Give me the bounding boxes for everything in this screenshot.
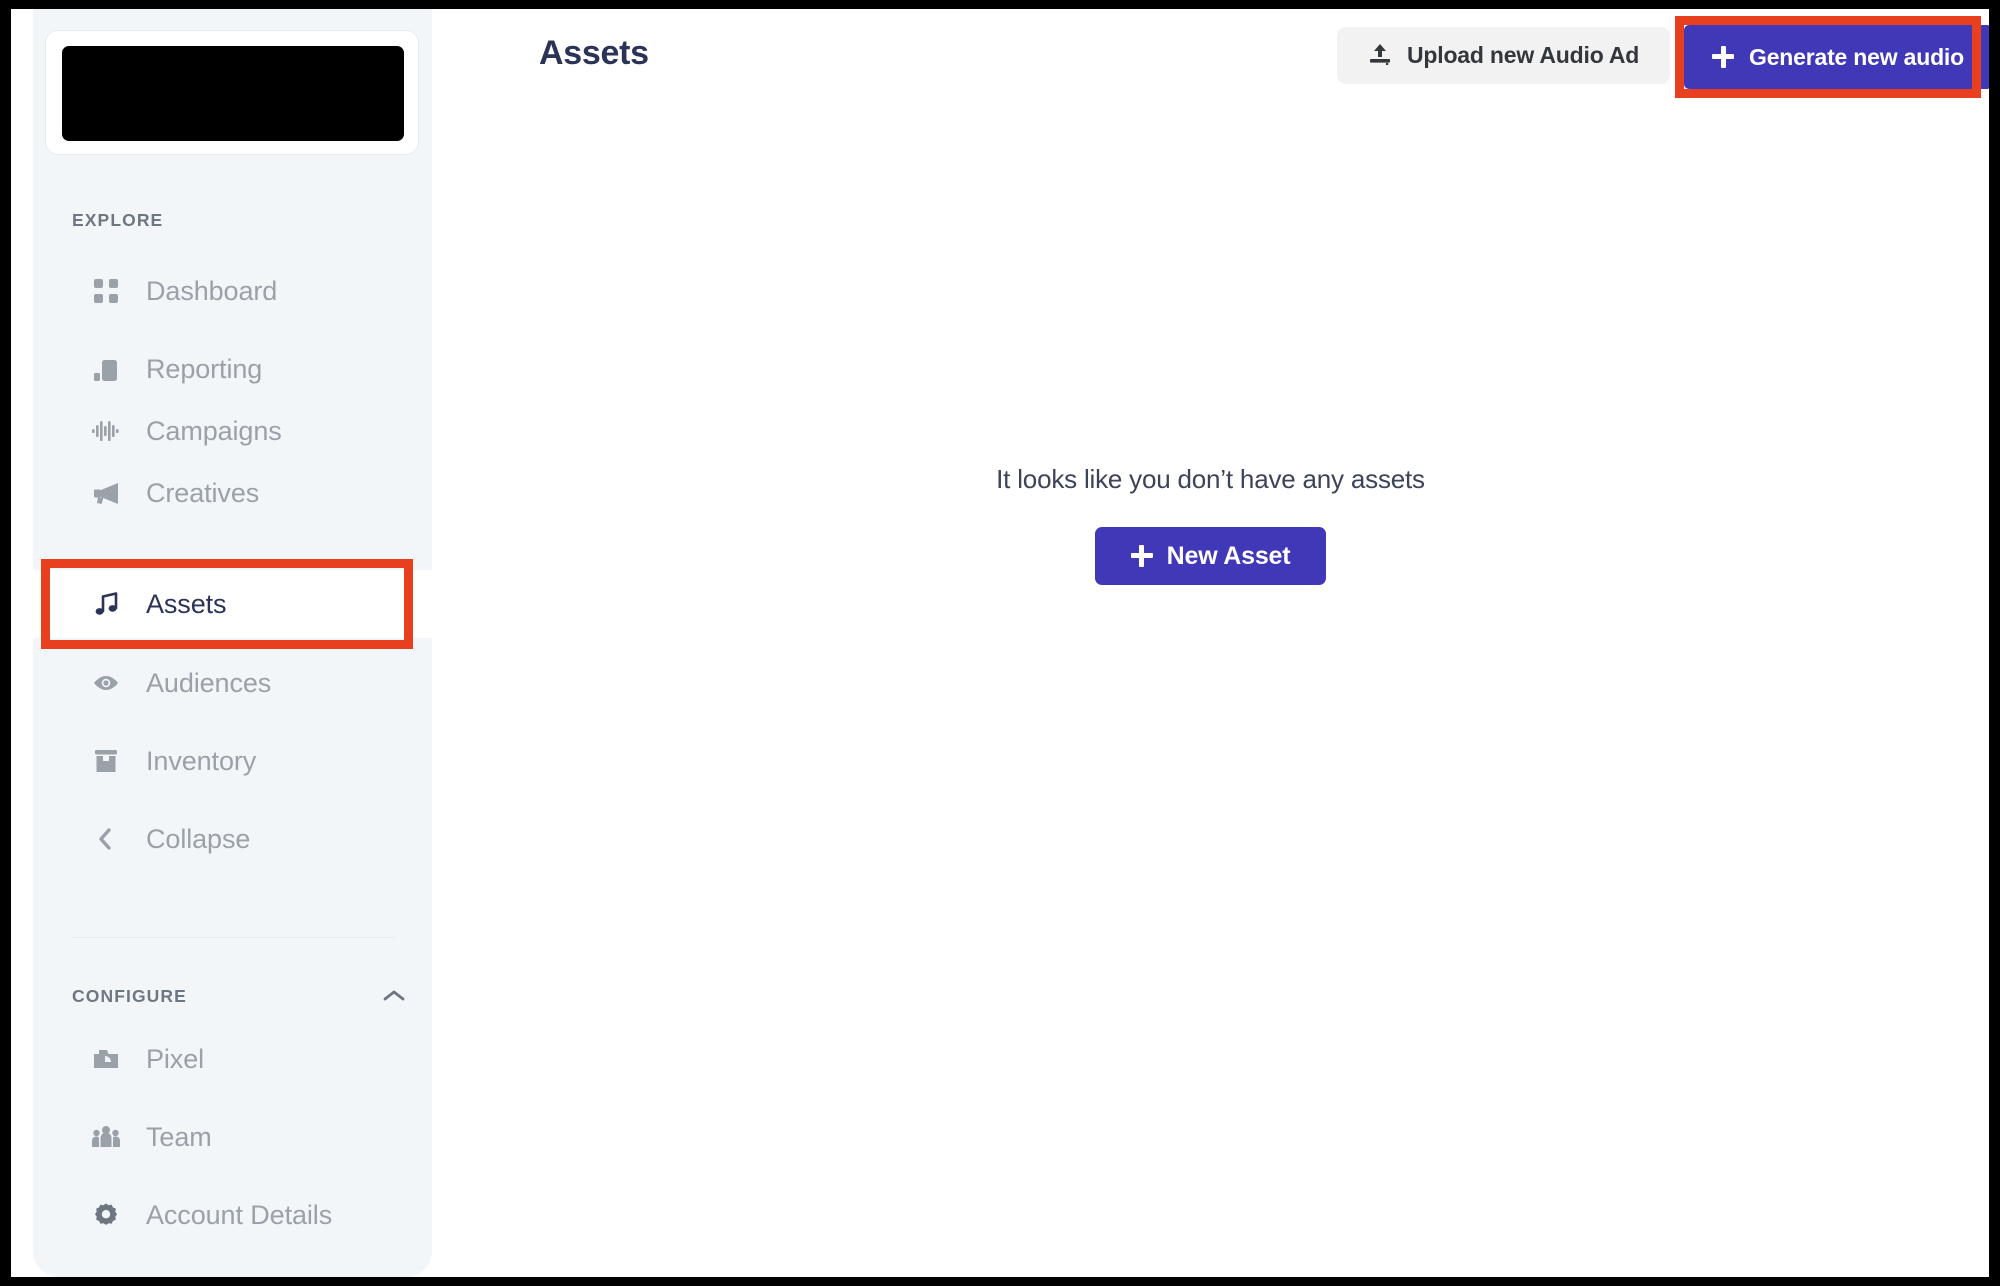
sidebar-item-inventory[interactable]: Inventory: [33, 733, 432, 789]
grid-dots-icon: [91, 276, 121, 306]
plus-icon: [1712, 46, 1734, 68]
camera-icon: [91, 1044, 121, 1074]
box-icon: [91, 746, 121, 776]
generate-new-audio-button[interactable]: Generate new audio: [1684, 25, 1989, 89]
new-asset-button-label: New Asset: [1166, 541, 1291, 570]
sidebar: EXPLORE Dashboard Reporting Campaigns Cr…: [33, 9, 432, 1277]
sidebar-item-label: Reporting: [146, 353, 263, 384]
sidebar-item-pixel[interactable]: Pixel: [33, 1031, 432, 1087]
sidebar-item-label: Team: [146, 1121, 212, 1152]
waveform-icon: [91, 416, 121, 446]
chevron-left-icon: [91, 824, 121, 854]
new-asset-button[interactable]: New Asset: [1094, 527, 1327, 585]
eye-icon: [91, 668, 121, 698]
empty-state-message: It looks like you don’t have any assets: [996, 464, 1425, 494]
chevron-up-icon[interactable]: [382, 988, 406, 1004]
sidebar-item-label: Creatives: [146, 477, 260, 508]
sidebar-divider: [72, 937, 394, 938]
sidebar-section-label: EXPLORE: [72, 209, 164, 230]
sidebar-section-explore-header: EXPLORE: [33, 205, 432, 235]
gear-icon: [91, 1200, 121, 1230]
sidebar-item-creatives[interactable]: Creatives: [33, 465, 432, 521]
sidebar-item-label: Account Details: [146, 1199, 333, 1230]
sidebar-item-label: Assets: [146, 588, 227, 619]
sidebar-item-assets[interactable]: Assets: [33, 570, 432, 638]
upload-icon: [1368, 42, 1392, 69]
plus-icon: [1130, 545, 1153, 567]
sidebar-item-reporting[interactable]: Reporting: [33, 341, 432, 397]
sidebar-item-campaigns[interactable]: Campaigns: [33, 403, 432, 459]
page-title: Assets: [539, 34, 649, 72]
empty-state: It looks like you don’t have any assets …: [432, 464, 1989, 585]
logo-card[interactable]: [45, 30, 419, 155]
sidebar-item-team[interactable]: Team: [33, 1109, 432, 1165]
main-content: Assets Upload new Audio Ad Generate new …: [432, 9, 1989, 1277]
sidebar-item-label: Dashboard: [146, 275, 278, 306]
sidebar-item-label: Campaigns: [146, 415, 282, 446]
sidebar-item-audiences[interactable]: Audiences: [33, 655, 432, 711]
sidebar-item-label: Collapse: [146, 823, 251, 854]
upload-new-audio-ad-button[interactable]: Upload new Audio Ad: [1337, 27, 1671, 84]
sidebar-item-collapse[interactable]: Collapse: [33, 811, 432, 867]
generate-button-label: Generate new audio: [1749, 43, 1964, 70]
people-icon: [91, 1122, 121, 1152]
music-note-icon: [91, 589, 121, 619]
app-window: EXPLORE Dashboard Reporting Campaigns Cr…: [11, 9, 1989, 1277]
sidebar-item-label: Pixel: [146, 1043, 205, 1074]
bar-chart-icon: [91, 354, 121, 384]
sidebar-item-label: Audiences: [146, 667, 272, 698]
brand-logo: [62, 46, 404, 141]
sidebar-item-account-details[interactable]: Account Details: [33, 1187, 432, 1243]
sidebar-item-label: Inventory: [146, 745, 257, 776]
sidebar-item-dashboard[interactable]: Dashboard: [33, 263, 432, 319]
upload-button-label: Upload new Audio Ad: [1407, 42, 1640, 68]
megaphone-icon: [91, 478, 121, 508]
sidebar-section-configure-header[interactable]: CONFIGURE: [33, 981, 432, 1011]
sidebar-section-label: CONFIGURE: [72, 985, 187, 1006]
